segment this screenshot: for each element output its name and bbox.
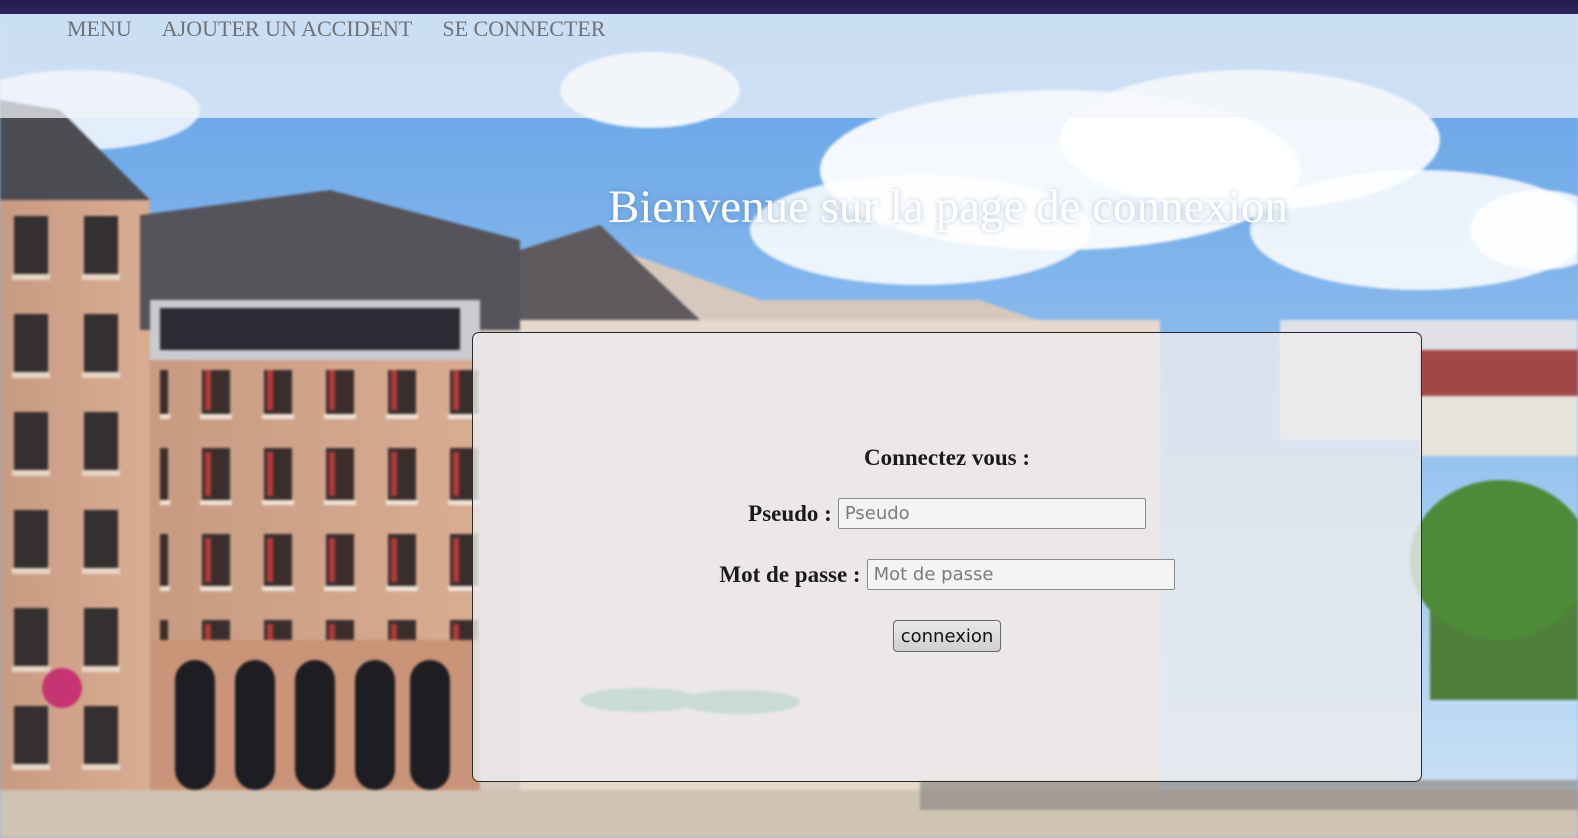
password-label: Mot de passe : [719,561,861,587]
login-page: MENU AJOUTER UN ACCIDENT SE CONNECTER Bi… [0,0,1578,838]
page-title: Bienvenue sur la page de connexion [608,181,1288,233]
pseudo-input[interactable] [837,498,1146,529]
nav-item-menu[interactable]: MENU [67,16,132,42]
nav-item-login[interactable]: SE CONNECTER [442,16,605,42]
submit-row: connexion [473,620,1421,652]
nav-links: MENU AJOUTER UN ACCIDENT SE CONNECTER [67,16,606,42]
top-navigation: MENU AJOUTER UN ACCIDENT SE CONNECTER [0,14,1578,118]
password-input[interactable] [866,559,1175,590]
nav-item-add-accident[interactable]: AJOUTER UN ACCIDENT [162,16,413,42]
pseudo-row: Pseudo : [473,498,1421,529]
top-accent-bar [0,0,1578,14]
login-title: Connectez vous : [863,445,1031,470]
connexion-button[interactable]: connexion [892,620,1002,652]
login-form: Connectez vous : Pseudo : Mot de passe :… [472,332,1422,782]
password-row: Mot de passe : [473,559,1421,590]
pseudo-label: Pseudo : [748,500,832,526]
